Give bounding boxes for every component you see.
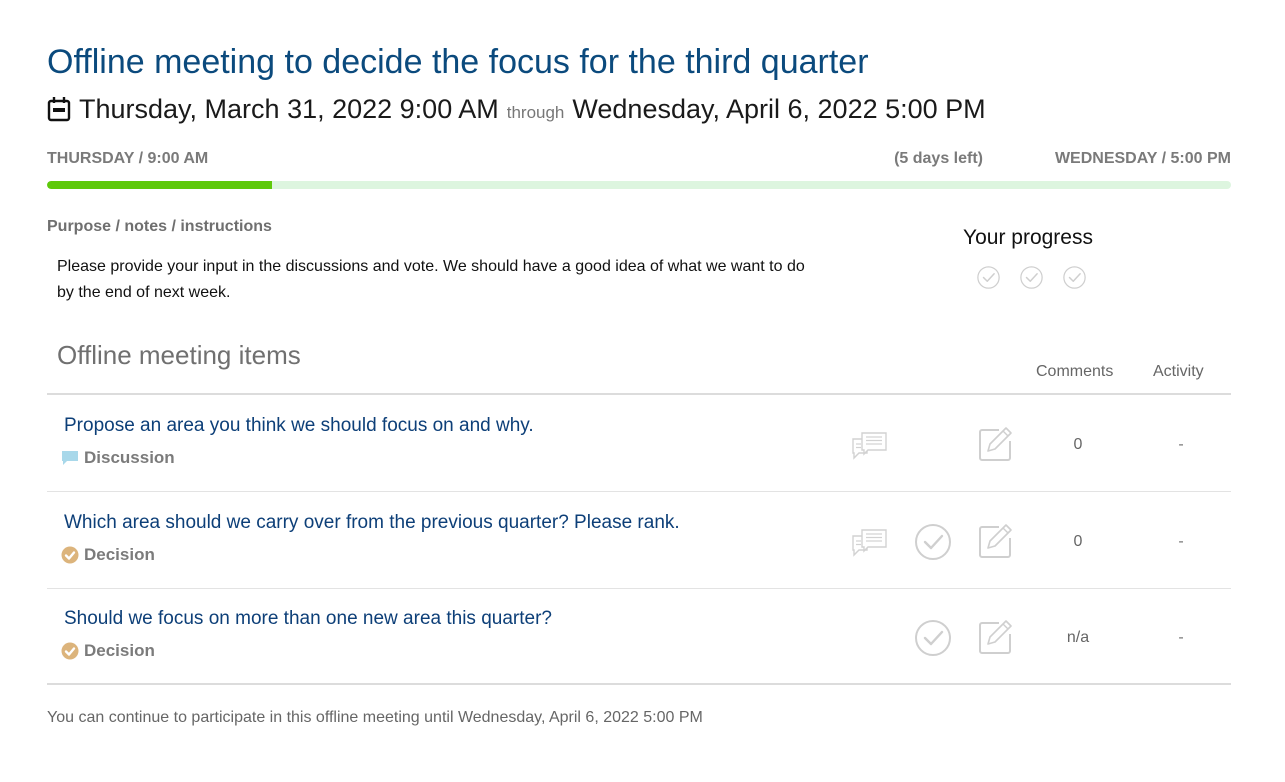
notes-text: Please provide your input in the discuss…: [57, 258, 805, 301]
speech-bubble-icon: [61, 449, 79, 467]
item-type-label: Decision: [61, 641, 155, 661]
time-left-label: (5 days left): [894, 150, 983, 167]
notes-label: Purpose / notes / instructions: [47, 218, 272, 235]
check-circle-icon: [1019, 265, 1044, 290]
meeting-item-title-link[interactable]: Propose an area you think we should focu…: [64, 415, 534, 437]
discussion-icon[interactable]: [849, 522, 889, 562]
participation-note: You can continue to participate in this …: [47, 709, 703, 726]
meeting-item-title-link[interactable]: Which area should we carry over from the…: [64, 512, 680, 534]
edit-icon[interactable]: [975, 522, 1015, 562]
comments-count: n/a: [1066, 629, 1090, 646]
meeting-date-range: Thursday, March 31, 2022 9:00 AM through…: [47, 92, 986, 126]
timeline-labels: THURSDAY / 9:00 AM (5 days left) WEDNESD…: [47, 150, 1231, 170]
vote-check-icon[interactable]: [913, 618, 953, 658]
through-label: through: [506, 103, 565, 122]
item-type-label: Discussion: [61, 448, 175, 468]
item-type-text: Decision: [84, 544, 155, 564]
comments-count: 0: [1073, 436, 1083, 453]
calendar-icon: [47, 97, 71, 122]
item-type-text: Discussion: [84, 448, 175, 467]
timeline-end-label: WEDNESDAY / 5:00 PM: [1054, 150, 1231, 167]
meeting-item-title-link[interactable]: Should we focus on more than one new are…: [64, 608, 552, 630]
activity-value: -: [1178, 532, 1184, 550]
meeting-item-row: Should we focus on more than one new are…: [47, 588, 1231, 685]
column-header-activity: Activity: [1153, 363, 1204, 380]
meeting-title: Offline meeting to decide the focus for …: [47, 43, 869, 81]
items-section-title: Offline meeting items: [57, 340, 301, 370]
discussion-icon[interactable]: [849, 425, 889, 465]
edit-icon[interactable]: [975, 618, 1015, 658]
timeline-progress-fill: [47, 181, 272, 189]
check-badge-icon: [61, 546, 79, 564]
check-badge-icon: [61, 642, 79, 660]
meeting-item-row: Which area should we carry over from the…: [47, 492, 1231, 589]
column-header-comments: Comments: [1036, 363, 1114, 380]
check-circle-icon: [1062, 265, 1087, 290]
activity-value: -: [1178, 436, 1184, 453]
item-type-text: Decision: [84, 641, 155, 660]
timeline-start-label: THURSDAY / 9:00 AM: [47, 150, 209, 167]
timeline-progress-bar: [47, 181, 1231, 189]
comments-count: 0: [1073, 532, 1083, 550]
your-progress-label: Your progress: [963, 226, 1093, 249]
edit-icon[interactable]: [975, 425, 1015, 465]
your-progress-steps: [976, 265, 1087, 290]
meeting-item-row: Propose an area you think we should focu…: [47, 395, 1231, 492]
end-date: Wednesday, April 6, 2022 5:00 PM: [572, 93, 986, 124]
item-type-label: Decision: [61, 545, 155, 565]
vote-check-icon[interactable]: [913, 522, 953, 562]
start-date: Thursday, March 31, 2022 9:00 AM: [79, 93, 499, 124]
activity-value: -: [1178, 629, 1184, 646]
check-circle-icon: [976, 265, 1001, 290]
